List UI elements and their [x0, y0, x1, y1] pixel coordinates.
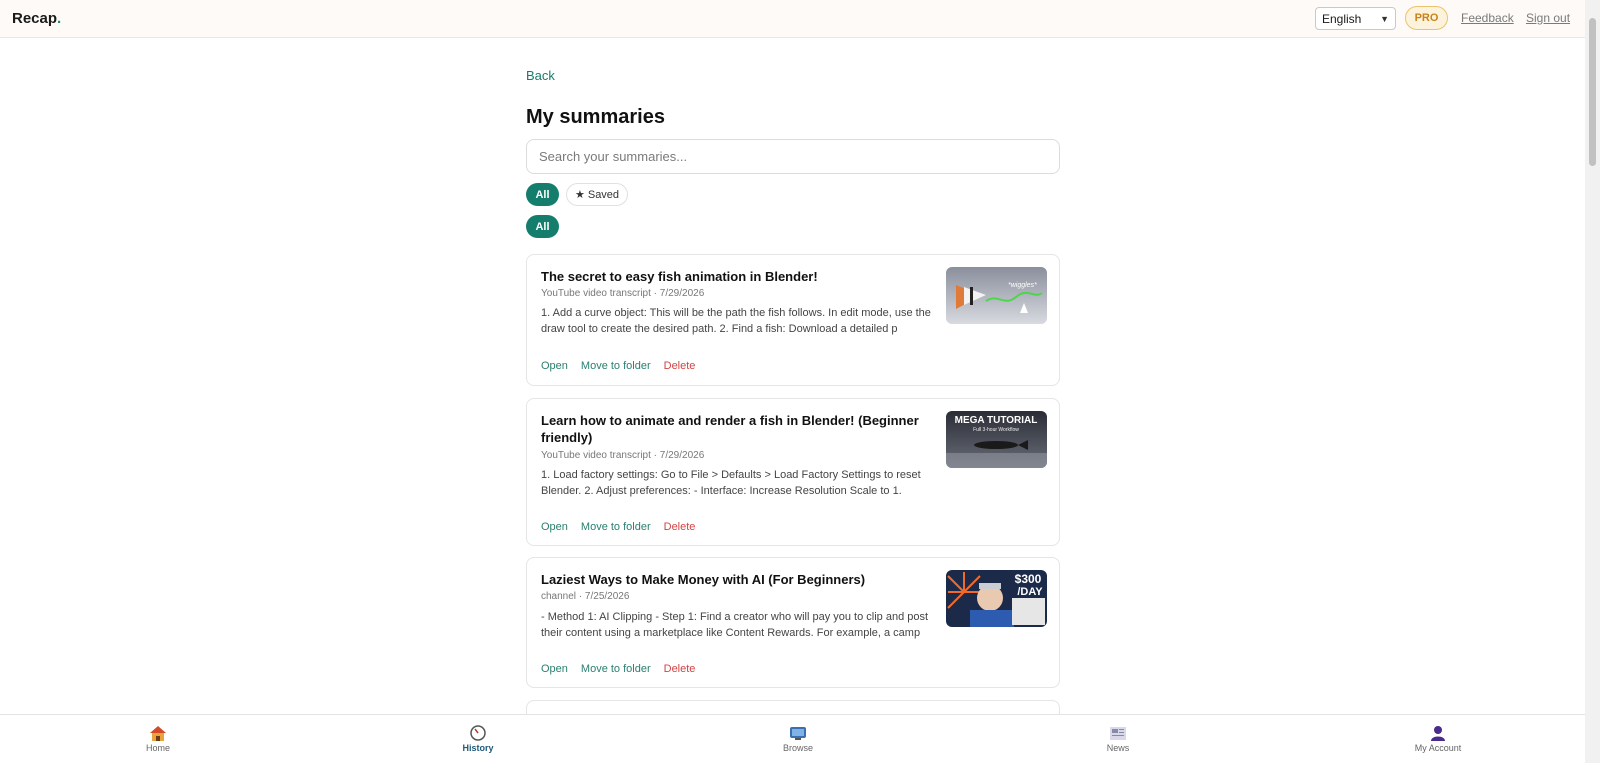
summary-title[interactable]: The secret to easy fish animation in Ble… [541, 268, 926, 285]
delete-button[interactable]: Delete [664, 360, 696, 372]
nav-my-account[interactable]: My Account [1393, 725, 1483, 753]
summary-thumbnail[interactable]: *wiggles* [946, 267, 1047, 324]
nav-home[interactable]: Home [113, 725, 203, 753]
summary-thumbnail[interactable]: $300 /DAY [946, 570, 1047, 627]
newspaper-icon [1110, 727, 1126, 740]
summary-meta: YouTube video transcript · 7/29/2026 [541, 450, 705, 461]
scrollbar[interactable] [1585, 0, 1600, 763]
nav-label: History [462, 743, 494, 753]
bottom-nav: Home History Browse News My Account [0, 714, 1585, 763]
move-to-folder-button[interactable]: Move to folder [581, 663, 651, 675]
move-to-folder-button[interactable]: Move to folder [581, 521, 651, 533]
summary-card[interactable]: Laziest Ways to Make Money with AI (For … [526, 557, 1060, 688]
summary-meta: YouTube video transcript · 7/29/2026 [541, 288, 705, 299]
clock-icon [470, 725, 486, 741]
feedback-link[interactable]: Feedback [1461, 11, 1514, 25]
filter-saved[interactable]: ★ Saved [566, 183, 628, 206]
summary-excerpt: 1. Add a curve object: This will be the … [541, 307, 931, 335]
summary-actions: Open Move to folder Delete [541, 360, 695, 372]
language-select[interactable]: English ▼ [1315, 7, 1396, 30]
svg-text:/DAY: /DAY [1017, 586, 1043, 598]
svg-text:MEGA TUTORIAL: MEGA TUTORIAL [955, 415, 1038, 426]
back-link[interactable]: Back [526, 68, 555, 83]
open-button[interactable]: Open [541, 360, 568, 372]
svg-text:Full 3-hour Workflow: Full 3-hour Workflow [973, 427, 1019, 433]
nav-label: Browse [782, 743, 813, 753]
summary-card[interactable]: The secret to easy fish animation in Ble… [526, 254, 1060, 386]
summary-meta: channel · 7/25/2026 [541, 591, 630, 602]
summary-excerpt: 1. Load factory settings: Go to File > D… [541, 469, 921, 497]
folder-filter-all[interactable]: All [526, 215, 559, 238]
summary-title[interactable]: Laziest Ways to Make Money with AI (For … [541, 571, 926, 588]
nav-browse[interactable]: Browse [753, 725, 843, 753]
tv-icon [790, 727, 806, 740]
house-icon [150, 726, 166, 741]
svg-text:$300: $300 [1015, 572, 1042, 586]
open-button[interactable]: Open [541, 521, 568, 533]
svg-text:*wiggles*: *wiggles* [1008, 282, 1037, 289]
summary-card[interactable]: Learn how to animate and render a fish i… [526, 398, 1060, 546]
nav-label: My Account [1414, 743, 1462, 753]
user-icon [1431, 726, 1445, 741]
nav-label: News [1106, 743, 1130, 753]
open-button[interactable]: Open [541, 663, 568, 675]
summary-title[interactable]: Learn how to animate and render a fish i… [541, 412, 926, 446]
nav-news[interactable]: News [1073, 725, 1163, 753]
scrollbar-thumb[interactable] [1589, 18, 1596, 166]
summary-actions: Open Move to folder Delete [541, 521, 695, 533]
delete-button[interactable]: Delete [664, 663, 696, 675]
summary-actions: Open Move to folder Delete [541, 663, 695, 675]
delete-button[interactable]: Delete [664, 521, 696, 533]
fish-animation-thumbnail-image: *wiggles* [946, 267, 1047, 324]
brand-logo[interactable]: Recap. [12, 10, 61, 27]
search-input[interactable] [526, 139, 1060, 174]
language-value: English [1322, 11, 1362, 26]
summary-thumbnail[interactable]: MEGA TUTORIAL Full 3-hour Workflow [946, 411, 1047, 468]
pro-badge[interactable]: PRO [1405, 6, 1448, 30]
filter-all[interactable]: All [526, 183, 559, 206]
nav-label: Home [145, 743, 170, 753]
mega-tutorial-thumbnail-image: MEGA TUTORIAL Full 3-hour Workflow [946, 411, 1047, 468]
page-title: My summaries [526, 106, 665, 128]
nav-history[interactable]: History [433, 725, 523, 753]
chevron-down-icon: ▼ [1380, 13, 1389, 24]
summary-excerpt: - Method 1: AI Clipping - Step 1: Find a… [541, 611, 929, 639]
money-ai-thumbnail-image: $300 /DAY [946, 570, 1047, 627]
sign-out-link[interactable]: Sign out [1526, 11, 1570, 25]
move-to-folder-button[interactable]: Move to folder [581, 360, 651, 372]
top-bar: Recap. English ▼ PRO Feedback Sign out [0, 0, 1585, 38]
